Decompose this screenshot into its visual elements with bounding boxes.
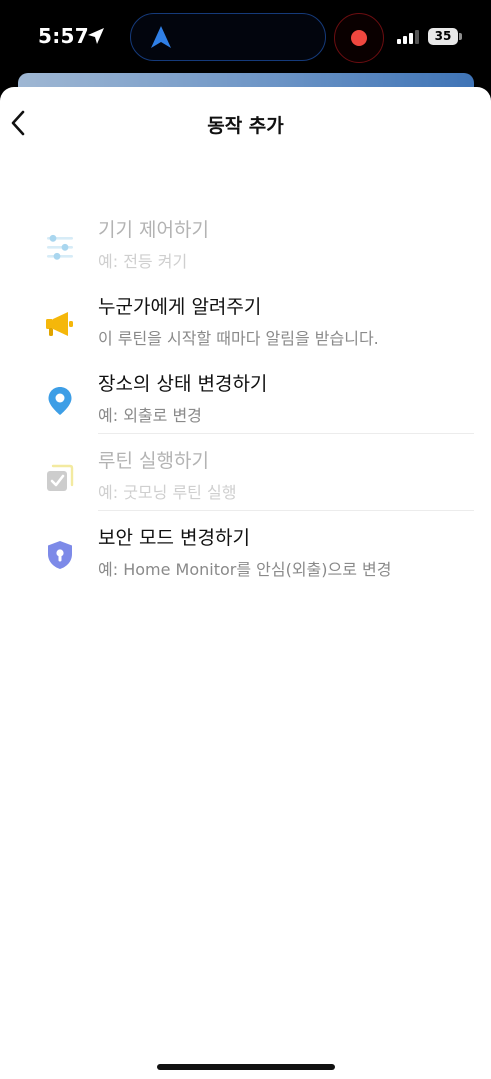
action-item-subtitle: 예: 외출로 변경 — [98, 406, 202, 425]
action-item-notify[interactable]: 누군가에게 알려주기 이 루틴을 시작할 때마다 알림을 받습니다. — [0, 292, 491, 366]
page-title: 동작 추가 — [207, 115, 284, 137]
cellular-signal-icon — [397, 30, 419, 44]
routine-check-icon — [47, 464, 74, 491]
action-item-subtitle: 예: Home Monitor를 안심(외출)으로 변경 — [98, 560, 392, 579]
action-item-title: 누군가에게 알려주기 — [98, 296, 262, 318]
divider — [98, 433, 474, 434]
action-item-subtitle: 예: 전등 켜기 — [98, 252, 188, 271]
action-item-subtitle: 예: 굿모닝 루틴 실행 — [98, 483, 237, 502]
action-item-run-routine[interactable]: 루틴 실행하기 예: 굿모닝 루틴 실행 — [0, 446, 491, 520]
action-item-location-state[interactable]: 장소의 상태 변경하기 예: 외출로 변경 — [0, 369, 491, 443]
action-item-title: 기기 제어하기 — [98, 219, 209, 241]
action-item-subtitle: 이 루틴을 시작할 때마다 알림을 받습니다. — [98, 329, 379, 348]
location-pin-icon — [48, 387, 72, 415]
home-indicator[interactable] — [157, 1064, 335, 1070]
battery-icon: 35 — [428, 28, 458, 45]
action-item-security-mode[interactable]: 보안 모드 변경하기 예: Home Monitor를 안심(외출)으로 변경 — [0, 523, 491, 597]
action-item-device-control[interactable]: 기기 제어하기 예: 전등 켜기 — [0, 215, 491, 289]
screen-recording-indicator[interactable] — [334, 13, 384, 63]
action-item-title: 보안 모드 변경하기 — [98, 527, 250, 549]
status-time: 5:57 — [38, 24, 89, 48]
record-dot-icon — [351, 30, 367, 46]
sliders-icon — [47, 234, 73, 260]
security-shield-icon — [48, 541, 72, 569]
dynamic-island[interactable] — [130, 13, 326, 61]
add-action-sheet: 동작 추가 기기 제어하기 예: 전등 켜기 누군가에게 알려주기 이 루틴을 … — [0, 87, 491, 1079]
megaphone-icon — [46, 312, 73, 336]
navigation-icon — [151, 26, 171, 48]
action-item-title: 장소의 상태 변경하기 — [98, 373, 268, 395]
divider — [98, 510, 474, 511]
status-bar: 5:57 35 — [0, 0, 491, 78]
action-item-title: 루틴 실행하기 — [98, 450, 209, 472]
location-arrow-icon — [88, 28, 104, 44]
battery-nub — [459, 33, 462, 40]
